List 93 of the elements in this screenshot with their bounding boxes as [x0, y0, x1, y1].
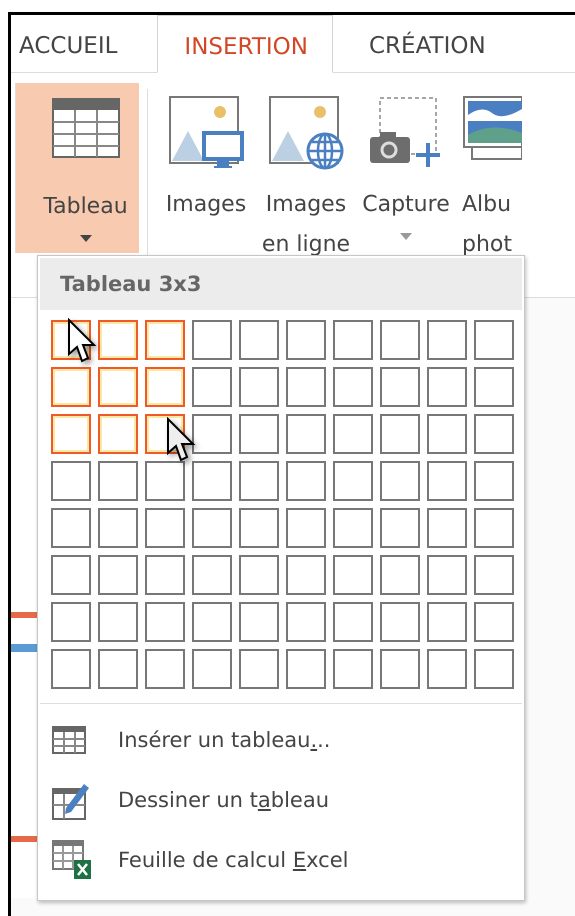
menu-item[interactable]: Feuille de calcul Excel [118, 848, 348, 872]
ribbon-button[interactable]: Images [156, 83, 256, 233]
grid-cell[interactable] [474, 602, 514, 642]
cursor-icon [166, 417, 196, 463]
grid-cell[interactable] [333, 367, 373, 407]
grid-cell[interactable] [474, 649, 514, 689]
grid-cell[interactable] [145, 508, 185, 548]
grid-cell[interactable] [474, 414, 514, 454]
grid-cell[interactable] [380, 320, 420, 360]
grid-cell[interactable] [333, 414, 373, 454]
menu-item[interactable]: Dessiner un tableau [118, 788, 330, 812]
grid-cell[interactable] [427, 508, 467, 548]
grid-cell[interactable] [286, 602, 326, 642]
grid-cell[interactable] [145, 320, 185, 360]
grid-cell[interactable] [333, 602, 373, 642]
grid-cell[interactable] [192, 649, 232, 689]
grid-cell[interactable] [51, 367, 91, 407]
grid-cell[interactable] [192, 320, 232, 360]
grid-cell[interactable] [333, 320, 373, 360]
grid-cell[interactable] [333, 461, 373, 501]
grid-cell[interactable] [239, 461, 279, 501]
menu-item[interactable]: Insérer un tableau... [118, 728, 330, 752]
ribbon-button[interactable]: Tableau [15, 83, 139, 253]
grid-cell[interactable] [333, 555, 373, 595]
grid-cell[interactable] [239, 414, 279, 454]
grid-cell[interactable] [192, 602, 232, 642]
grid-cell[interactable] [98, 555, 138, 595]
grid-cell[interactable] [380, 367, 420, 407]
grid-cell[interactable] [380, 508, 420, 548]
grid-cell[interactable] [239, 649, 279, 689]
grid-cell[interactable] [474, 367, 514, 407]
grid-cell[interactable] [427, 320, 467, 360]
grid-cell[interactable] [286, 461, 326, 501]
spreadsheet-icon [52, 840, 92, 880]
menu-header: Tableau 3x3 [40, 258, 522, 310]
grid-cell[interactable] [380, 555, 420, 595]
grid-cell[interactable] [380, 602, 420, 642]
grid-cell[interactable] [474, 508, 514, 548]
grid-cell[interactable] [98, 414, 138, 454]
grid-cell[interactable] [145, 555, 185, 595]
grid-cell[interactable] [286, 320, 326, 360]
grid-cell[interactable] [427, 367, 467, 407]
grid-cell[interactable] [51, 555, 91, 595]
grid-cell[interactable] [333, 508, 373, 548]
ribbon-tab[interactable]: ACCUEIL [11, 15, 128, 72]
grid-cell[interactable] [192, 414, 232, 454]
grid-cell[interactable] [145, 649, 185, 689]
grid-cell[interactable] [286, 367, 326, 407]
grid-cell[interactable] [192, 508, 232, 548]
grid-cell[interactable] [380, 649, 420, 689]
ribbon-tab[interactable]: CRÉATION [361, 15, 496, 72]
grid-cell[interactable] [51, 461, 91, 501]
grid-cell[interactable] [98, 602, 138, 642]
grid-cell[interactable] [145, 602, 185, 642]
grid-cell[interactable] [51, 602, 91, 642]
grid-cell[interactable] [239, 367, 279, 407]
grid-cell[interactable] [427, 414, 467, 454]
grid-cell[interactable] [239, 555, 279, 595]
grid-cell[interactable] [98, 508, 138, 548]
grid-cell[interactable] [380, 461, 420, 501]
grid-cell[interactable] [427, 555, 467, 595]
ribbon-tab[interactable]: INSERTION [157, 15, 333, 73]
grid-cell[interactable] [51, 508, 91, 548]
grid-cell[interactable] [333, 649, 373, 689]
ribbon-button[interactable]: Capture [356, 83, 456, 248]
grid-cell[interactable] [286, 649, 326, 689]
grid-cell[interactable] [239, 320, 279, 360]
grid-cell[interactable] [192, 367, 232, 407]
grid-cell[interactable] [380, 414, 420, 454]
grid-cell[interactable] [145, 461, 185, 501]
grid-cell[interactable] [286, 555, 326, 595]
grid-cell[interactable] [474, 555, 514, 595]
grid-cell[interactable] [427, 602, 467, 642]
grid-cell[interactable] [239, 602, 279, 642]
grid-cell[interactable] [427, 649, 467, 689]
grid-cell[interactable] [98, 461, 138, 501]
grid-cell[interactable] [239, 508, 279, 548]
grid-cell[interactable] [286, 414, 326, 454]
grid-cell[interactable] [145, 367, 185, 407]
picture-monitor-icon [168, 95, 244, 171]
picture-globe-icon [268, 95, 344, 171]
grid-cell[interactable] [98, 320, 138, 360]
grid-cell[interactable] [98, 367, 138, 407]
grid-cell[interactable] [51, 414, 91, 454]
grid-cell[interactable] [474, 320, 514, 360]
cursor-icon [67, 318, 97, 364]
grid-cell[interactable] [474, 461, 514, 501]
grid-cell[interactable] [427, 461, 467, 501]
grid-cell[interactable] [98, 649, 138, 689]
grid-cell[interactable] [286, 508, 326, 548]
grid-cell[interactable] [51, 649, 91, 689]
grid-cell[interactable] [192, 555, 232, 595]
grid-cell[interactable] [192, 461, 232, 501]
